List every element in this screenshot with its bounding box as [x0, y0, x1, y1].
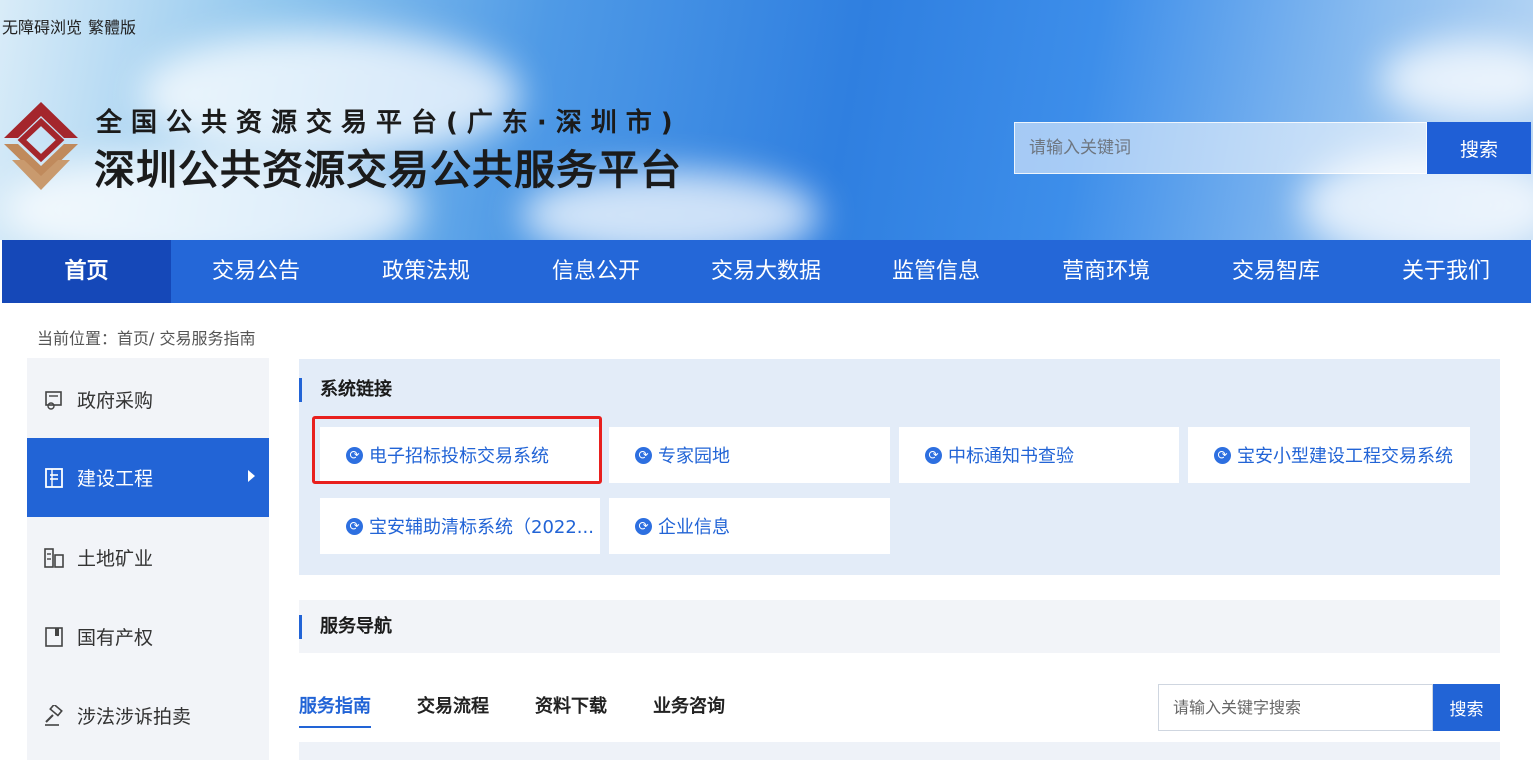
sidebar-item-construction[interactable]: 建设工程 — [27, 438, 269, 517]
document-list-icon — [45, 467, 63, 488]
link-award-notice-check[interactable]: ⟳ 中标通知书查验 — [899, 427, 1179, 483]
sidebar-item-label: 国有产权 — [77, 627, 154, 649]
refresh-link-icon: ⟳ — [1214, 446, 1231, 464]
link-enterprise-info[interactable]: ⟳ 企业信息 — [609, 498, 890, 554]
refresh-link-icon: ⟳ — [925, 446, 942, 464]
nav-item-disclosure[interactable]: 信息公开 — [511, 240, 681, 303]
refresh-link-icon: ⟳ — [635, 517, 652, 535]
link-label: 宝安小型建设工程交易系统 — [1237, 446, 1453, 467]
link-baoan-small-construction[interactable]: ⟳ 宝安小型建设工程交易系统 — [1188, 427, 1470, 483]
link-label: 中标通知书查验 — [948, 446, 1074, 467]
sidebar-item-state-property[interactable]: 国有产权 — [27, 597, 269, 676]
refresh-link-icon: ⟳ — [346, 446, 363, 464]
header-search-input[interactable] — [1014, 122, 1427, 174]
nav-item-policies[interactable]: 政策法规 — [341, 240, 511, 303]
link-label: 电子招标投标交易系统 — [369, 446, 549, 467]
accessibility-link[interactable]: 无障碍浏览 — [2, 18, 82, 37]
breadcrumb: 当前位置：首页/ 交易服务指南 — [37, 329, 256, 348]
service-search-input[interactable] — [1158, 684, 1433, 731]
tab-trade-process[interactable]: 交易流程 — [417, 692, 489, 728]
cloud-decoration — [1380, 40, 1533, 120]
refresh-link-icon: ⟳ — [635, 446, 652, 464]
tab-consulting[interactable]: 业务咨询 — [653, 692, 725, 728]
link-label: 企业信息 — [658, 517, 730, 538]
nav-item-announcements[interactable]: 交易公告 — [171, 240, 341, 303]
link-expert-garden[interactable]: ⟳ 专家园地 — [609, 427, 890, 483]
service-search-button[interactable]: 搜索 — [1433, 684, 1500, 731]
nav-item-home[interactable]: 首页 — [2, 240, 171, 303]
certificate-icon — [45, 390, 62, 410]
chevron-right-icon — [248, 470, 255, 482]
list-header — [299, 742, 1500, 760]
sidebar-item-label: 政府采购 — [77, 390, 154, 412]
sidebar-item-judicial-auction[interactable]: 涉法涉诉拍卖 — [27, 676, 269, 755]
link-label: 宝安辅助清标系统（2022... — [369, 517, 594, 538]
logo-icon — [4, 102, 78, 190]
top-bar: 无障碍浏览 繁體版 — [0, 0, 1533, 52]
nav-item-business-env[interactable]: 营商环境 — [1021, 240, 1191, 303]
sidebar: 政府采购 建设工程 土地矿业 国有产权 涉法涉诉拍卖 — [27, 358, 269, 760]
link-label: 专家园地 — [658, 446, 730, 467]
section-title: 服务导航 — [299, 615, 392, 639]
building-icon — [44, 547, 64, 568]
sidebar-item-land-mining[interactable]: 土地矿业 — [27, 518, 269, 597]
sidebar-item-gov-procurement[interactable]: 政府采购 — [27, 360, 269, 439]
platform-subtitle: 全国公共资源交易平台(广东·深圳市) — [96, 108, 682, 138]
link-e-bidding-system[interactable]: ⟳ 电子招标投标交易系统 — [320, 427, 600, 483]
header-search-button[interactable]: 搜索 — [1427, 122, 1531, 174]
link-baoan-clearing-system[interactable]: ⟳ 宝安辅助清标系统（2022... — [320, 498, 600, 554]
refresh-link-icon: ⟳ — [346, 517, 363, 535]
sidebar-item-label: 建设工程 — [77, 468, 154, 490]
service-tabs: 服务指南 交易流程 资料下载 业务咨询 — [299, 692, 771, 728]
site-header: 无障碍浏览 繁體版 全国公共资源交易平台(广东·深圳市) 深圳公共资源交易公共服务… — [0, 0, 1533, 240]
service-nav-panel: 服务导航 — [299, 600, 1500, 653]
book-icon — [45, 626, 63, 647]
section-title: 系统链接 — [299, 378, 392, 402]
nav-item-think-tank[interactable]: 交易智库 — [1191, 240, 1361, 303]
main-nav: 首页 交易公告 政策法规 信息公开 交易大数据 监管信息 营商环境 交易智库 关… — [2, 240, 1531, 303]
sidebar-item-label: 土地矿业 — [77, 548, 154, 570]
traditional-chinese-link[interactable]: 繁體版 — [88, 18, 136, 37]
nav-item-supervision[interactable]: 监管信息 — [851, 240, 1021, 303]
gavel-icon — [45, 704, 63, 726]
platform-title: 深圳公共资源交易公共服务平台 — [94, 146, 682, 194]
nav-item-about[interactable]: 关于我们 — [1361, 240, 1531, 303]
tab-downloads[interactable]: 资料下载 — [535, 692, 607, 728]
sidebar-item-label: 涉法涉诉拍卖 — [77, 706, 192, 728]
tab-service-guide[interactable]: 服务指南 — [299, 692, 371, 728]
nav-item-big-data[interactable]: 交易大数据 — [681, 240, 851, 303]
